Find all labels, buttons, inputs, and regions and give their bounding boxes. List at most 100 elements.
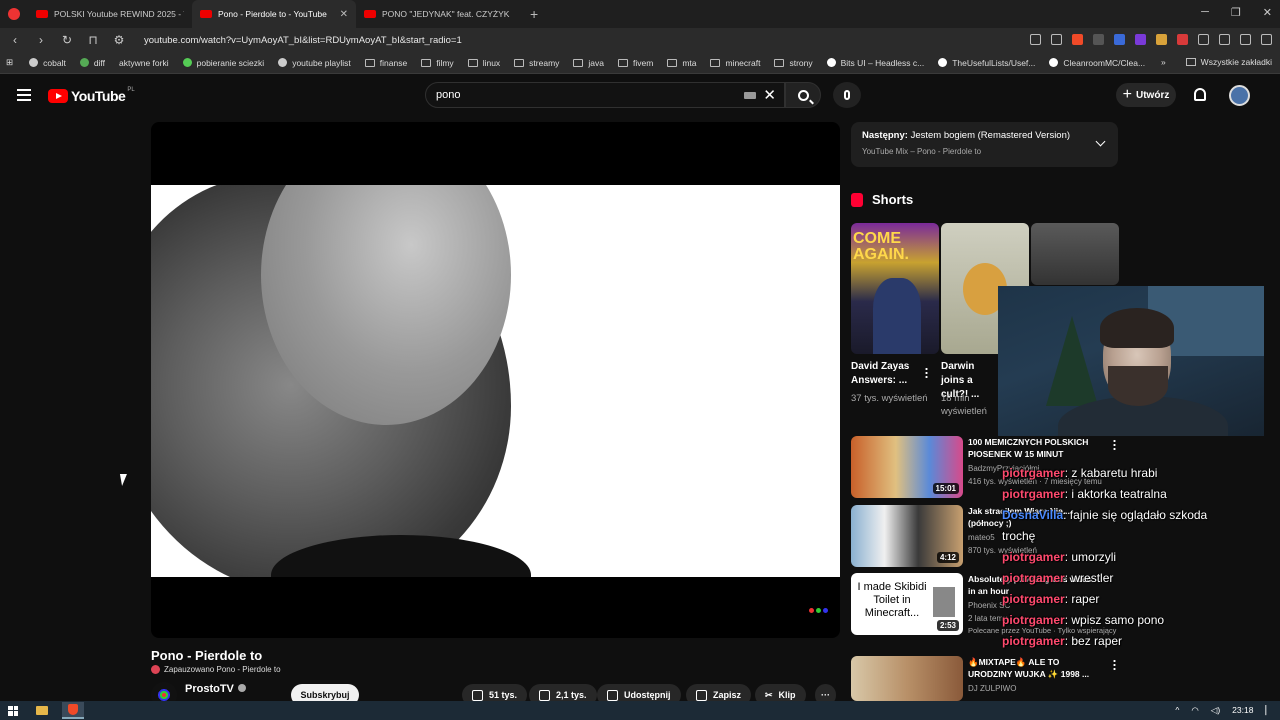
brave-menu-icon[interactable]: [0, 0, 28, 28]
extension-icon[interactable]: [1135, 34, 1146, 45]
bookmark-label: diff: [93, 57, 105, 68]
folder-finanse[interactable]: finanse: [364, 58, 407, 68]
close-window-icon[interactable]: ✕: [1263, 6, 1272, 19]
video-thumbnail[interactable]: [851, 656, 963, 701]
folder-strony[interactable]: strony: [774, 58, 813, 68]
url-field[interactable]: youtube.com/watch?v=UymAoyAT_bI&list=RDU…: [144, 35, 462, 46]
menu-icon[interactable]: [1261, 34, 1272, 45]
search-button[interactable]: [785, 82, 821, 108]
create-button[interactable]: + Utwórz: [1116, 83, 1176, 107]
chat-text: : bez raper: [1064, 634, 1123, 648]
minimize-icon[interactable]: ─: [1201, 6, 1209, 19]
tab-title: PONO "JEDYNAK" feat. CZYŻYK prod: [382, 9, 512, 19]
video-channel[interactable]: DJ ZULPIWO: [968, 684, 1016, 693]
more-options-icon[interactable]: [925, 367, 928, 378]
notifications-bell-icon[interactable]: [1194, 88, 1206, 101]
video-title[interactable]: 100 MEMICZNYCH POLSKICH PIOSENEK W 15 MI…: [968, 436, 1100, 460]
voice-search-button[interactable]: [833, 82, 861, 108]
taskbar-clock[interactable]: 23:18: [1232, 705, 1253, 716]
short-title[interactable]: David Zayas Answers: ...: [851, 360, 931, 388]
video-thumbnail[interactable]: 4:12: [851, 505, 963, 567]
bookmark-usefullists[interactable]: TheUsefulLists/Usef...: [938, 58, 1035, 68]
media-icon[interactable]: [1240, 34, 1251, 45]
brave-shields-icon[interactable]: [1072, 34, 1083, 45]
extension-icon[interactable]: [1156, 34, 1167, 45]
folder-linux[interactable]: linux: [467, 57, 501, 68]
forward-icon[interactable]: ›: [34, 33, 48, 47]
up-next-title: Następny: Jestem bogiem (Remastered Vers…: [862, 130, 1107, 141]
up-next-panel[interactable]: Następny: Jestem bogiem (Remastered Vers…: [851, 122, 1118, 167]
search-value: pono: [436, 89, 461, 101]
folder-java[interactable]: java: [573, 58, 604, 68]
shorts-heading: Shorts: [851, 192, 913, 207]
back-icon[interactable]: ‹: [8, 33, 22, 47]
more-bookmarks-icon[interactable]: »: [1161, 57, 1166, 67]
apps-grid-icon[interactable]: ⊞: [6, 57, 13, 68]
folder-streamy[interactable]: streamy: [514, 58, 559, 68]
folder-filmy[interactable]: filmy: [421, 58, 454, 68]
chat-message: DosnaVilla: fajnie się oglądało szkoda: [1002, 505, 1272, 526]
new-tab-button[interactable]: +: [530, 6, 538, 22]
channel-watermark-icon[interactable]: [809, 608, 828, 613]
search-input[interactable]: pono ✕: [425, 82, 785, 108]
file-explorer-icon[interactable]: [36, 706, 48, 715]
more-options-icon[interactable]: [1113, 439, 1116, 450]
bookmark-label: linux: [482, 57, 501, 68]
bookmark-pobieranie[interactable]: pobieranie sciezki: [182, 57, 265, 68]
tray-chevron-icon[interactable]: ^: [1175, 705, 1179, 716]
cast-icon[interactable]: [1030, 34, 1041, 45]
restore-icon[interactable]: ❐: [1231, 6, 1241, 19]
keyboard-icon[interactable]: [744, 92, 756, 99]
like-count: 51 tys.: [489, 690, 518, 700]
folder-fivem[interactable]: fivem: [618, 58, 653, 68]
video-thumbnail[interactable]: 15:01: [851, 436, 963, 498]
close-tab-icon[interactable]: ✕: [340, 9, 348, 20]
tab-pono-pierdole[interactable]: Pono - Pierdole to - YouTube ✕: [192, 0, 356, 28]
chat-username: piotrgamer: [1002, 466, 1065, 480]
folder-minecraft[interactable]: minecraft: [710, 58, 760, 68]
extensions-puzzle-icon[interactable]: [1198, 34, 1209, 45]
recommendation-item[interactable]: 🔥MIXTAPE🔥 ALE TO URODZINY WUJKA ✨ 1998 .…: [851, 656, 1121, 701]
bookmark-cobalt[interactable]: cobalt: [29, 58, 66, 68]
folder-mta[interactable]: mta: [667, 58, 696, 68]
bookmark-aktywne-forki[interactable]: aktywne forki: [119, 58, 169, 68]
tab-polski-rewind[interactable]: POLSKI Youtube REWIND 2025 - Yo: [28, 0, 192, 28]
short-thumbnail[interactable]: [1031, 223, 1119, 285]
thumb-toilet: [933, 587, 955, 617]
hamburger-menu-icon[interactable]: [17, 89, 31, 101]
brave-taskbar-icon[interactable]: [62, 702, 84, 719]
share-icon[interactable]: [1051, 34, 1062, 45]
tab-pono-jedynak[interactable]: PONO "JEDYNAK" feat. CZYŻYK prod: [356, 0, 520, 28]
bookmark-cleanroommc[interactable]: CleanroomMC/Clea...: [1049, 58, 1145, 68]
all-bookmarks[interactable]: Wszystkie zakładki: [1201, 57, 1272, 67]
up-next-label: Następny:: [862, 130, 908, 141]
bookmark-label: TheUsefulLists/Usef...: [952, 57, 1036, 68]
clear-search-icon[interactable]: ✕: [763, 86, 776, 104]
volume-icon[interactable]: ◁): [1211, 705, 1220, 716]
bookmark-youtube-playlist[interactable]: youtube playlist: [278, 58, 351, 68]
extension-icon[interactable]: [1114, 34, 1125, 45]
youtube-logo[interactable]: YouTube PL: [48, 87, 135, 104]
wifi-icon[interactable]: ◠: [1191, 705, 1198, 716]
more-options-icon[interactable]: [1113, 659, 1116, 670]
video-player[interactable]: [151, 122, 840, 638]
video-title[interactable]: 🔥MIXTAPE🔥 ALE TO URODZINY WUJKA ✨ 1998 .…: [968, 656, 1100, 680]
account-avatar[interactable]: [1229, 85, 1250, 106]
show-desktop-button[interactable]: ▏: [1265, 705, 1272, 716]
folder-icon: [364, 58, 375, 67]
sidebar-icon[interactable]: [1219, 34, 1230, 45]
video-channel[interactable]: mateo5: [968, 533, 995, 542]
site-info-icon[interactable]: ⚙: [112, 33, 126, 47]
channel-name[interactable]: ProstoTV: [185, 683, 246, 695]
windows-start-icon[interactable]: [8, 705, 18, 716]
reload-icon[interactable]: ↻: [60, 33, 74, 47]
pause-icon[interactable]: [1093, 34, 1104, 45]
bookmark-diff[interactable]: diff: [79, 57, 105, 68]
video-thumbnail[interactable]: I made Skibidi Toilet in Minecraft... 2:…: [851, 573, 963, 635]
bookmark-bits-ui[interactable]: Bits UI – Headless c...: [826, 58, 924, 68]
bookmark-icon[interactable]: ⊓: [86, 33, 100, 47]
short-thumbnail[interactable]: COME AGAIN.: [851, 223, 939, 354]
extension-icon[interactable]: [1177, 34, 1188, 45]
bookmark-label: pobieranie sciezki: [196, 57, 265, 68]
chat-message: piotrgamer: i aktorka teatralna: [1002, 484, 1272, 505]
